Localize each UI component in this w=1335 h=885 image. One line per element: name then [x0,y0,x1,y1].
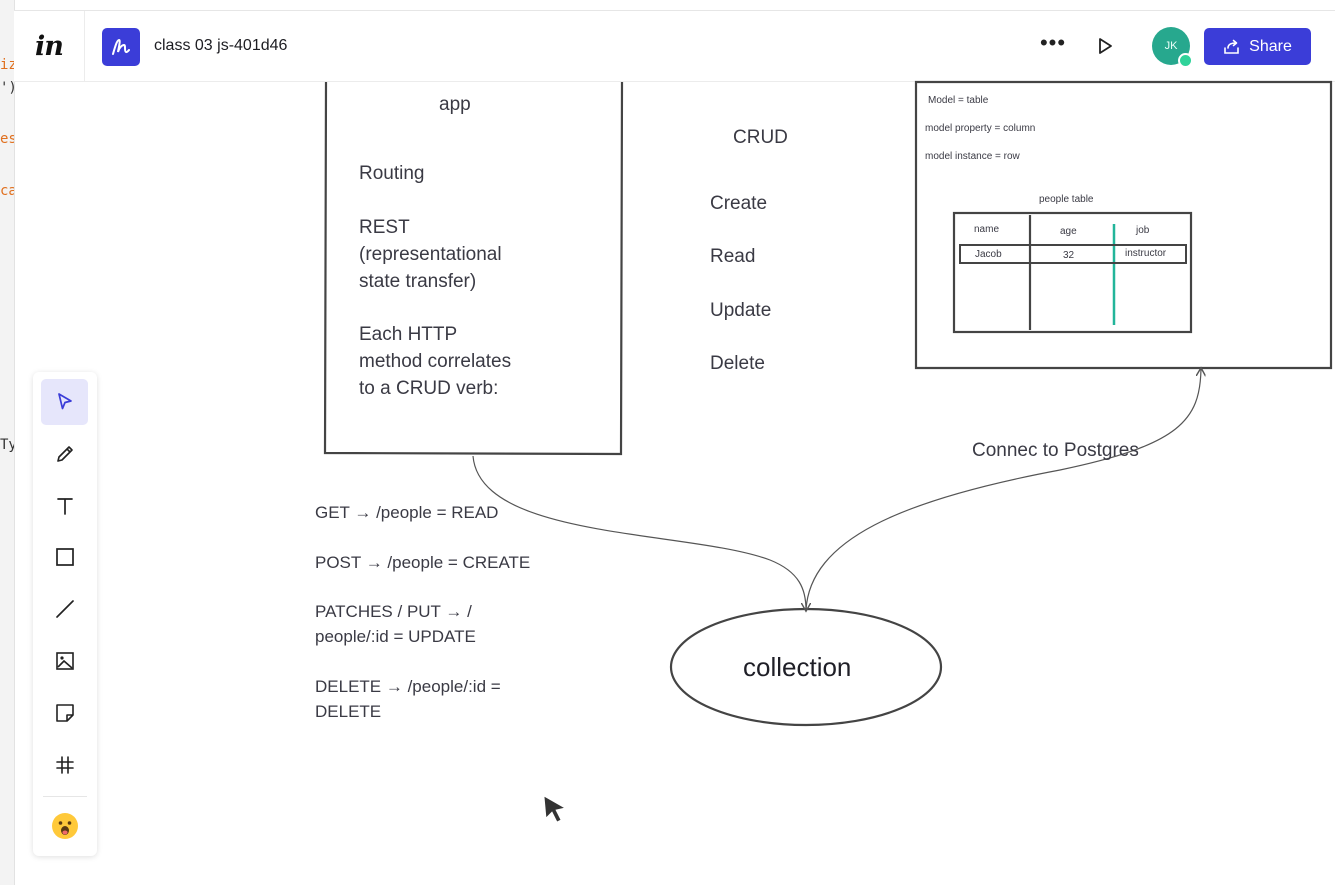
tool-palette [33,372,97,856]
app-box-http-line[interactable]: method correlates [359,348,511,375]
app-box-routing[interactable]: Routing [359,160,425,187]
table-header-cell: job [1136,225,1150,236]
route-line[interactable]: POST → /people = CREATE [315,549,530,576]
app-box-rest-line[interactable]: REST [359,214,410,241]
crud-item[interactable]: Create [710,190,767,217]
sticky-note-tool-button[interactable] [41,690,88,736]
line-tool-button[interactable] [41,586,88,632]
app-box-title[interactable]: app [439,91,471,118]
sticky-note-icon [55,704,74,722]
text-icon [56,498,73,515]
emoji-icon [51,813,78,839]
route-line[interactable]: GET → /people = READ [315,499,498,526]
route-line[interactable]: DELETE [315,698,381,725]
table-header-cell: age [1060,226,1077,237]
crud-title[interactable]: CRUD [733,124,788,151]
select-tool-button[interactable] [41,379,88,425]
app-box-rest-line[interactable]: (representational [359,241,502,268]
crud-item[interactable]: Update [710,297,771,324]
select-arrow-icon [57,393,72,410]
image-tool-button[interactable] [41,638,88,684]
grid-icon [55,756,74,774]
route-line[interactable]: PATCHES / PUT → / [315,598,472,625]
rectangle-icon [55,548,74,566]
crud-item[interactable]: Delete [710,350,765,377]
app-box-http-line[interactable]: to a CRUD verb: [359,375,498,402]
table-cell: 32 [1063,250,1075,261]
crud-item[interactable]: Read [710,243,755,270]
table-cell: Jacob [975,249,1002,260]
people-table-title[interactable]: people table [1039,194,1094,205]
app-to-collection-connector[interactable] [472,455,806,610]
route-line[interactable]: DELETE → /people/:id = [315,673,501,700]
model-note[interactable]: Model = table [928,95,988,106]
line-icon [55,600,74,618]
route-line[interactable]: people/:id = UPDATE [315,623,476,650]
mouse-cursor-icon [543,795,567,823]
pencil-tool-button[interactable] [41,431,88,477]
collection-label[interactable]: collection [743,652,851,682]
app-box-rest-line[interactable]: state transfer) [359,268,476,295]
tool-divider [43,796,87,797]
text-tool-button[interactable] [41,483,88,529]
connect-label[interactable]: Connec to Postgres [972,437,1139,464]
grid-tool-button[interactable] [41,742,88,788]
image-icon [55,652,74,670]
collection-to-model-connector[interactable] [805,369,1201,611]
table-cell: instructor [1125,248,1167,259]
model-note[interactable]: model property = column [925,123,1035,134]
emoji-tool-button[interactable] [41,803,88,849]
app-box-http-line[interactable]: Each HTTP [359,321,457,348]
rectangle-tool-button[interactable] [41,534,88,580]
model-note[interactable]: model instance = row [925,151,1020,162]
table-header-cell: name [974,224,1000,235]
pencil-icon [56,446,73,462]
